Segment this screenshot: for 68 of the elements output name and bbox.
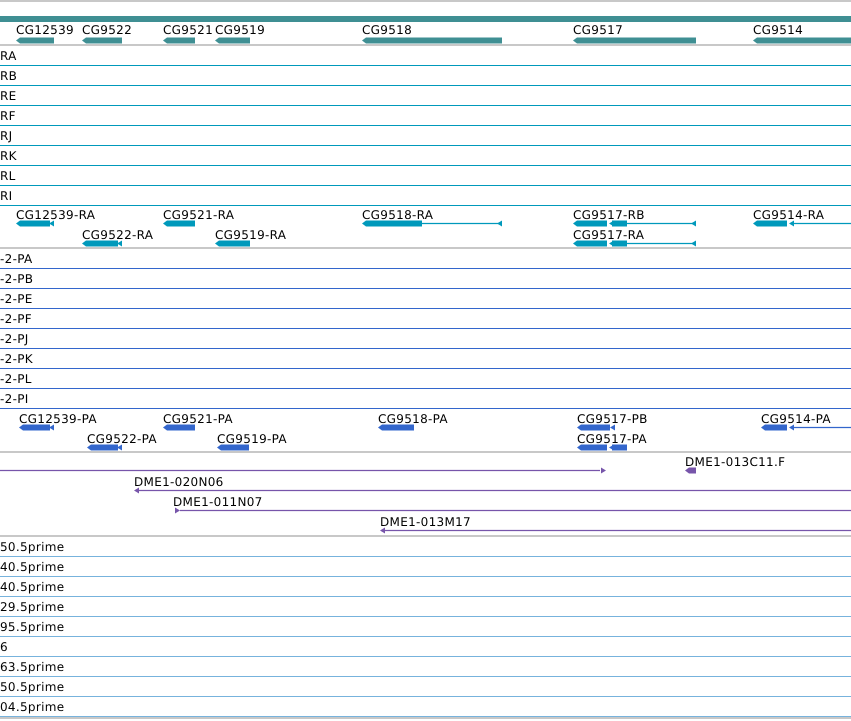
track-row-label: -2-PF [0,312,32,326]
clone-label: DME1-020N06 [134,475,224,489]
gene-label: CG9514 [753,23,804,37]
protein-label: CG9517-PB [577,412,648,426]
protein-label: CG9518-PA [378,412,448,426]
protein-glyph [19,424,54,431]
transcript-glyph [215,240,250,247]
transcript-glyph [16,220,54,227]
gene-label: CG9522 [82,23,132,37]
track-row-label: RK [0,148,17,162]
track-row-label: -2-PB [0,272,34,286]
gene-glyph [163,37,195,44]
protein-label: CG9521-PA [163,412,233,426]
track-row-label: 50.5prime [0,540,64,554]
transcript-glyph [82,240,122,247]
track-row-label: RL [0,168,16,182]
track-row-label: RF [0,108,16,122]
protein-label: CG9517-PA [577,432,647,446]
transcript-glyph [163,220,195,227]
transcript-label: CG12539-RA [16,208,96,222]
protein-glyph [217,444,249,451]
gene-label: CG9519 [215,23,266,37]
track-row-label: -2-PI [0,392,29,406]
transcript-label: CG9519-RA [215,228,286,242]
transcript-label: CG9518-RA [362,208,434,222]
clone-glyph [685,467,696,474]
protein-label: CG9514-PA [761,412,831,426]
gene-glyph [215,37,250,44]
transcript-label: CG9522-RA [82,228,154,242]
protein-glyph [577,424,615,431]
gene-label: CG9518 [362,23,412,37]
track-row-label: -2-PL [0,372,32,386]
clone-label: DME1-011N07 [173,495,263,509]
protein-glyph [163,424,195,431]
transcript-label: CG9517-RA [573,228,644,242]
track-row-label: 50.5prime [0,680,64,694]
track-row-label: RB [0,68,18,82]
protein-label: CG9519-PA [217,432,287,446]
protein-label: CG12539-PA [19,412,97,426]
protein-glyph [577,444,627,451]
gene-label: CG9521 [163,23,214,37]
track-row-label: -2-PE [0,292,33,306]
track-row-label: RJ [0,128,12,142]
clone-label: DME1-013M17 [380,515,471,529]
track-row-label: -2-PA [0,252,32,266]
track-row-label: 04.5prime [0,700,64,714]
track-row-label: RI [0,188,12,202]
track-row-label: RA [0,48,17,62]
transcript-label: CG9521-RA [163,208,234,222]
track-row-label: 40.5prime [0,560,64,574]
transcript-label: CG9514-RA [753,208,824,222]
track-row-label: 63.5prime [0,660,64,674]
clone-label: DME1-013C11.F [685,455,786,469]
track-row-label: RE [0,88,17,102]
gene-glyph [82,37,122,44]
gene-label: CG12539 [16,23,74,37]
track-row-label: 29.5prime [0,600,64,614]
protein-glyph [378,424,414,431]
track-row-label: -2-PJ [0,332,29,346]
track-row-label: -2-PK [0,352,33,366]
track-row-label: 6 [0,640,8,654]
transcript-label: CG9517-RB [573,208,645,222]
gene-glyph [16,37,54,44]
protein-glyph [87,444,122,451]
gene-label: CG9517 [573,23,624,37]
protein-label: CG9522-PA [87,432,157,446]
track-row-label: 40.5prime [0,580,64,594]
track-row-label: 95.5prime [0,620,64,634]
